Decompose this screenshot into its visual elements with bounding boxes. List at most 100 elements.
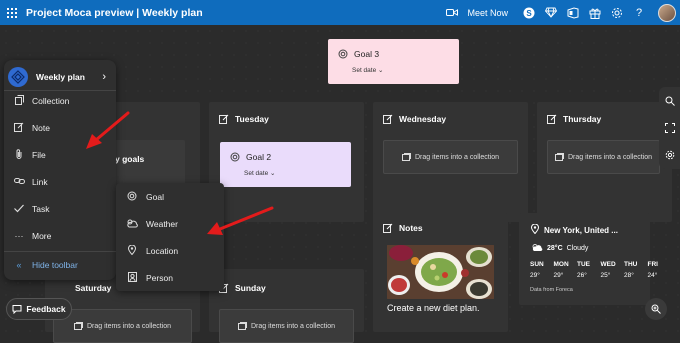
weather-location: New York, United ... [544,225,618,235]
set-date-label[interactable]: Set date [244,170,268,177]
tool-link[interactable]: Link [4,169,116,195]
submenu-label: Goal [146,191,164,202]
drop-zone-label: Drag items into a collection [414,153,500,161]
tool-more[interactable]: ··· More [4,223,116,249]
forecast-temp: 26° [577,272,587,279]
drop-zone[interactable]: Drag items into a collection [53,309,192,343]
goal-icon [338,49,348,59]
forecast-day: TUE [577,261,590,268]
forecast-day: FRI [647,261,658,268]
edit-icon [383,114,393,124]
drop-zone[interactable]: Drag items into a collection [219,309,354,343]
link-icon [6,177,32,187]
svg-text:S: S [526,9,532,18]
submenu-label: Weather [146,218,178,229]
forecast-day: WED [600,261,616,268]
forecast-day: SUN [530,261,544,268]
weather-condition: Cloudy [566,245,589,252]
forecast-temp: 29° [553,272,564,279]
search-icon[interactable] [659,87,680,114]
collection-icon [237,322,247,330]
app-title: Project Moca preview | Weekly plan [26,6,203,19]
task-icon [6,204,32,215]
feedback-icon [12,305,22,314]
hide-toolbar-button[interactable]: « Hide toolbar [4,252,116,278]
forecast-day: MON [553,261,569,268]
notes-caption: Create a new diet plan. [387,303,480,313]
collection-icon [6,95,32,107]
person-icon [118,271,146,284]
day-title: Wednesday [399,114,447,124]
feedback-label: Feedback [26,304,66,314]
app-grid-icon[interactable] [0,7,24,18]
chevron-right-icon[interactable]: › [102,71,106,83]
set-date-label[interactable]: Set date [352,67,376,74]
diamond-icon[interactable] [540,0,562,25]
forecast-temp: 28° [624,272,634,279]
insert-toolbar: Weekly plan › Collection Note File Link … [4,60,116,280]
cloudy-icon [531,243,543,254]
goal-3-card[interactable]: Goal 3 Set date ⌄ [328,39,459,84]
day-title: Tuesday [235,114,269,124]
right-toolbar [659,87,680,169]
avatar[interactable] [658,3,676,22]
zoom-icon [651,304,661,314]
tool-collection[interactable]: Collection [4,88,116,114]
notes-title: Notes [399,223,423,233]
day-title: Thursday [563,114,602,124]
drop-zone[interactable]: Drag items into a collection [383,140,518,174]
tool-label: More [32,231,52,241]
day-card-wednesday: Wednesday Drag items into a collection [373,102,528,222]
weather-source[interactable]: Data from Foreca [530,287,573,293]
note-icon [6,122,32,134]
tool-label: Note [32,123,50,133]
collection-icon [401,153,411,161]
partial-goals-title: y goals [115,154,145,164]
submenu-label: Location [146,245,179,256]
hide-toolbar-label: Hide toolbar [32,260,78,270]
submenu-person[interactable]: Person [116,264,224,291]
weather-icon [118,218,146,230]
submenu-location[interactable]: Location [116,237,224,264]
weekly-plan-logo-icon [8,67,28,87]
settings-icon[interactable] [606,0,628,25]
help-icon[interactable]: ? [628,0,650,25]
goal-2-card[interactable]: Goal 2 Set date ⌄ [220,142,351,187]
goal-icon [118,191,146,203]
gift-icon[interactable] [584,0,606,25]
title-bar: Project Moca preview | Weekly plan Meet … [0,0,680,25]
notes-card[interactable]: Notes Create a new diet plan. [373,213,508,332]
tool-file[interactable]: File [4,142,116,168]
office-icon[interactable] [562,0,584,25]
zoom-button[interactable] [645,298,667,320]
toolbar-header[interactable]: Weekly plan [36,72,85,82]
food-image [387,245,494,299]
weather-card[interactable]: New York, United ... 28°C Cloudy SUN MON… [519,213,658,305]
skype-icon[interactable]: S [518,0,540,25]
feedback-button[interactable]: Feedback [6,298,72,320]
double-chevron-left-icon: « [16,260,22,270]
goal-title: Goal 2 [246,152,272,162]
video-icon[interactable] [441,0,463,25]
collection-icon [73,322,83,330]
day-title: Sunday [235,283,266,293]
submenu-goal[interactable]: Goal [116,183,224,210]
tool-label: Task [32,204,50,214]
submenu-weather[interactable]: Weather [116,210,224,237]
submenu-label: Person [146,272,173,283]
tool-label: Collection [32,96,70,106]
location-icon [118,244,146,257]
drop-zone[interactable]: Drag items into a collection [547,140,660,174]
gear-icon[interactable] [659,141,680,168]
fit-screen-icon[interactable] [659,114,680,141]
edit-icon [547,114,557,124]
tool-note[interactable]: Note [4,115,116,141]
tool-task[interactable]: Task [4,196,116,222]
chevron-down-icon[interactable]: ⌄ [270,170,275,177]
location-pin-icon [530,223,540,236]
tool-label: Link [32,177,48,187]
meet-now-button[interactable]: Meet Now [467,8,508,18]
tool-label: File [32,150,46,160]
file-icon [6,149,32,161]
chevron-down-icon[interactable]: ⌄ [378,67,383,74]
